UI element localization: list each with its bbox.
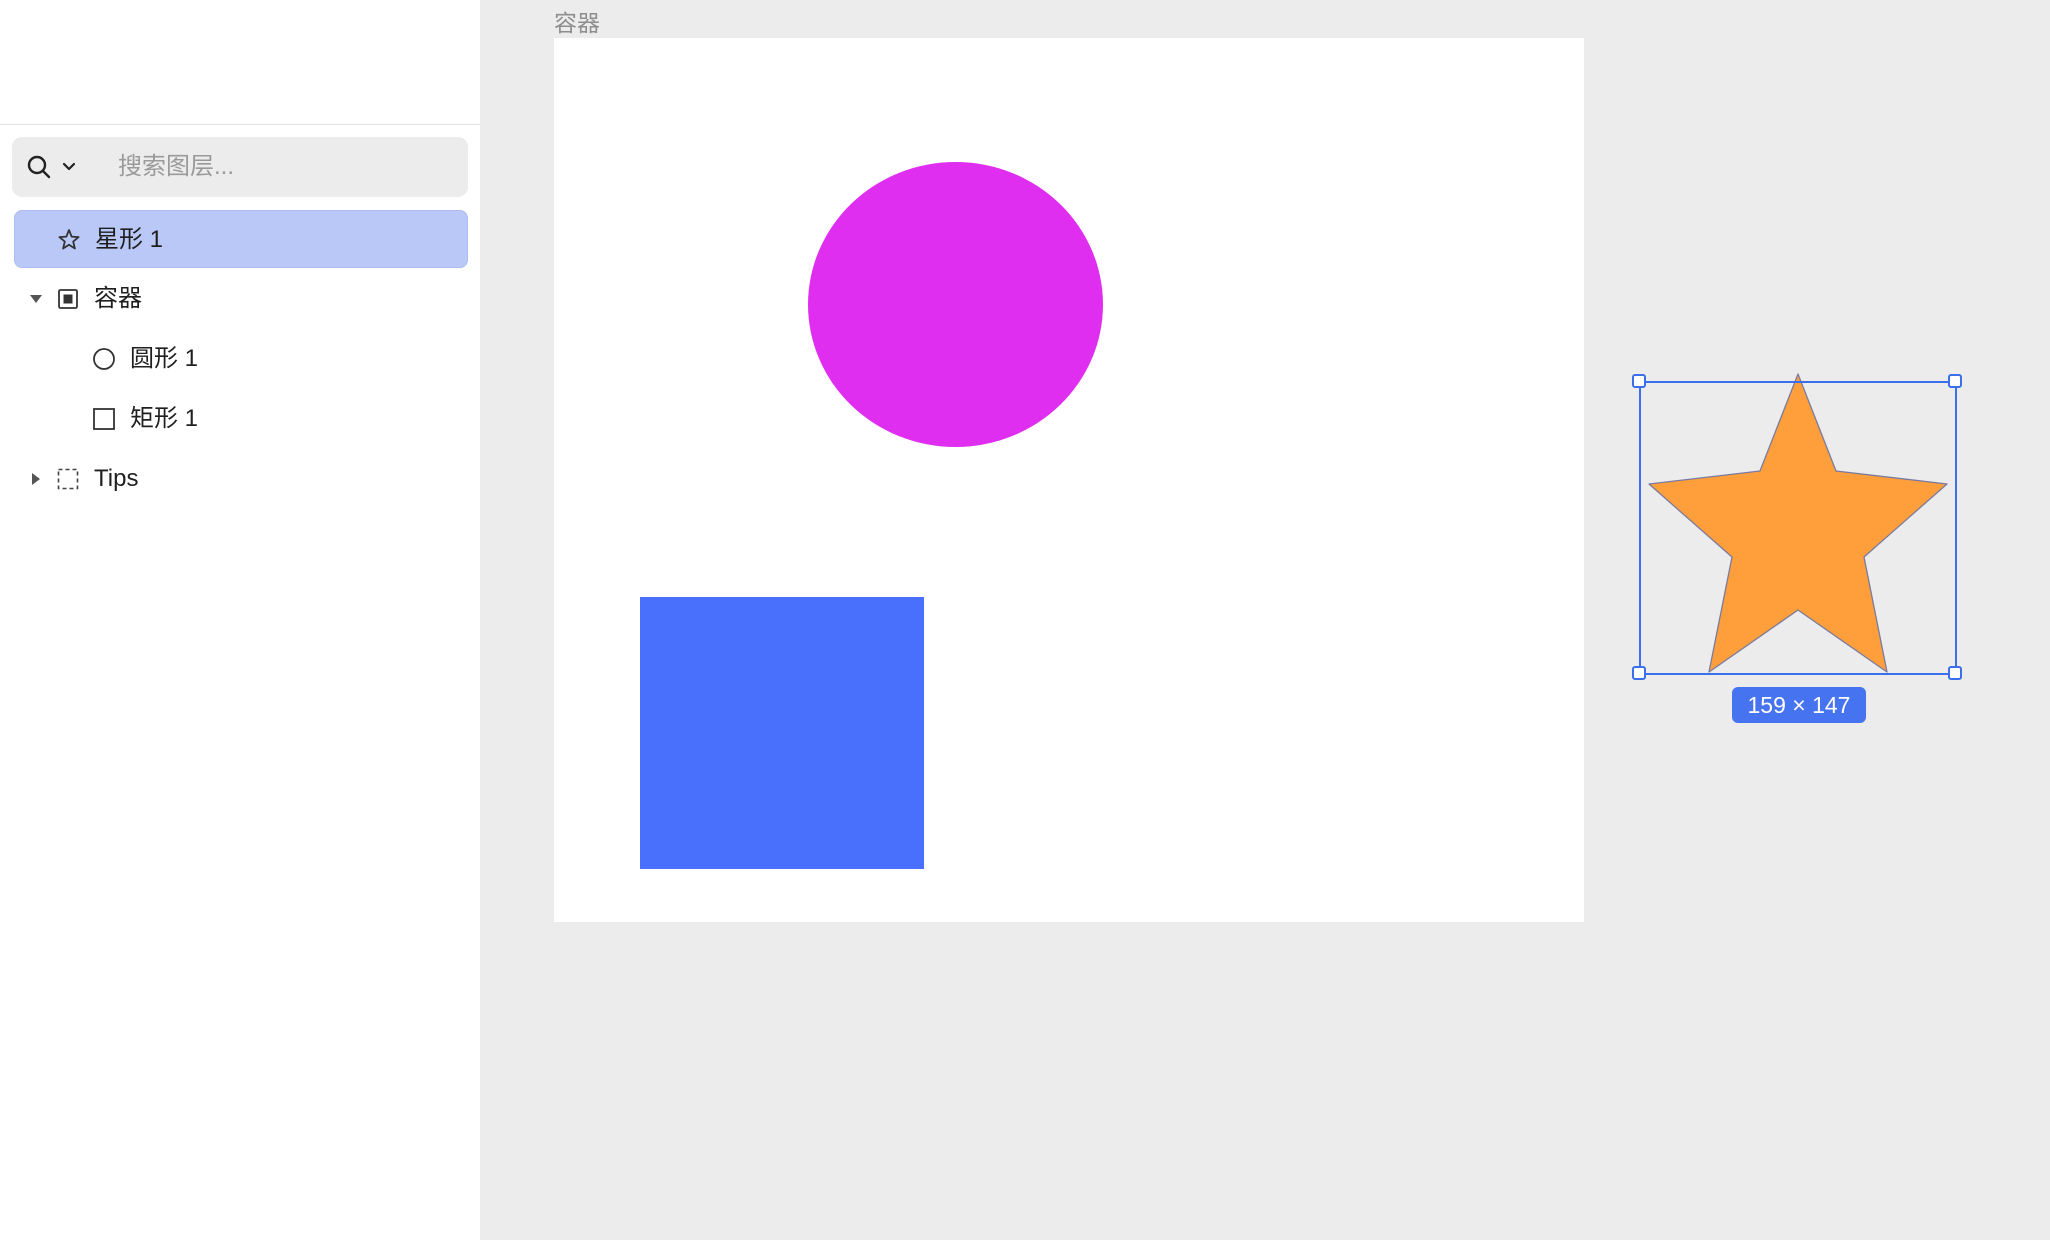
rectangle-shape[interactable]: [640, 597, 924, 869]
layer-name: Tips: [94, 465, 139, 492]
size-badge: 159 × 147: [1732, 687, 1866, 723]
layer-name: 矩形 1: [130, 405, 199, 432]
layer-search-input[interactable]: [116, 147, 456, 187]
resize-handle-bottom-left[interactable]: [1632, 666, 1646, 680]
resize-handle-top-right[interactable]: [1948, 374, 1962, 388]
chevron-down-icon: [62, 162, 76, 171]
square-outline-icon: [93, 408, 115, 430]
layer-row-frame[interactable]: 容器: [14, 270, 468, 328]
circle-shape[interactable]: [808, 162, 1103, 447]
caret-right-icon[interactable]: [28, 471, 44, 487]
caret-down-icon[interactable]: [28, 291, 44, 307]
layer-name: 容器: [94, 285, 142, 312]
search-options-toggle[interactable]: [26, 151, 90, 183]
layer-row-tips[interactable]: Tips: [14, 450, 468, 508]
layer-name: 圆形 1: [130, 345, 199, 372]
star-outline-icon: [58, 229, 80, 250]
search-icon: [27, 155, 51, 179]
resize-handle-bottom-right[interactable]: [1948, 666, 1962, 680]
layers-panel: 星形 1 容器 圆形 1 矩形 1 Tips: [0, 0, 480, 1240]
dashed-group-icon: [57, 468, 79, 490]
layer-search-box: [12, 137, 468, 197]
layer-row-rectangle[interactable]: 矩形 1: [14, 390, 468, 448]
frame-icon: [58, 289, 78, 309]
resize-handle-top-left[interactable]: [1632, 374, 1646, 388]
star-selection[interactable]: [1630, 372, 1966, 682]
circle-outline-icon: [93, 348, 115, 370]
layer-row-circle[interactable]: 圆形 1: [14, 330, 468, 388]
star-shape[interactable]: [1648, 373, 1948, 673]
panel-header: [0, 0, 480, 125]
frame-label[interactable]: 容器: [554, 8, 600, 38]
layer-name: 星形 1: [95, 226, 164, 253]
layer-row-star[interactable]: 星形 1: [14, 210, 468, 268]
